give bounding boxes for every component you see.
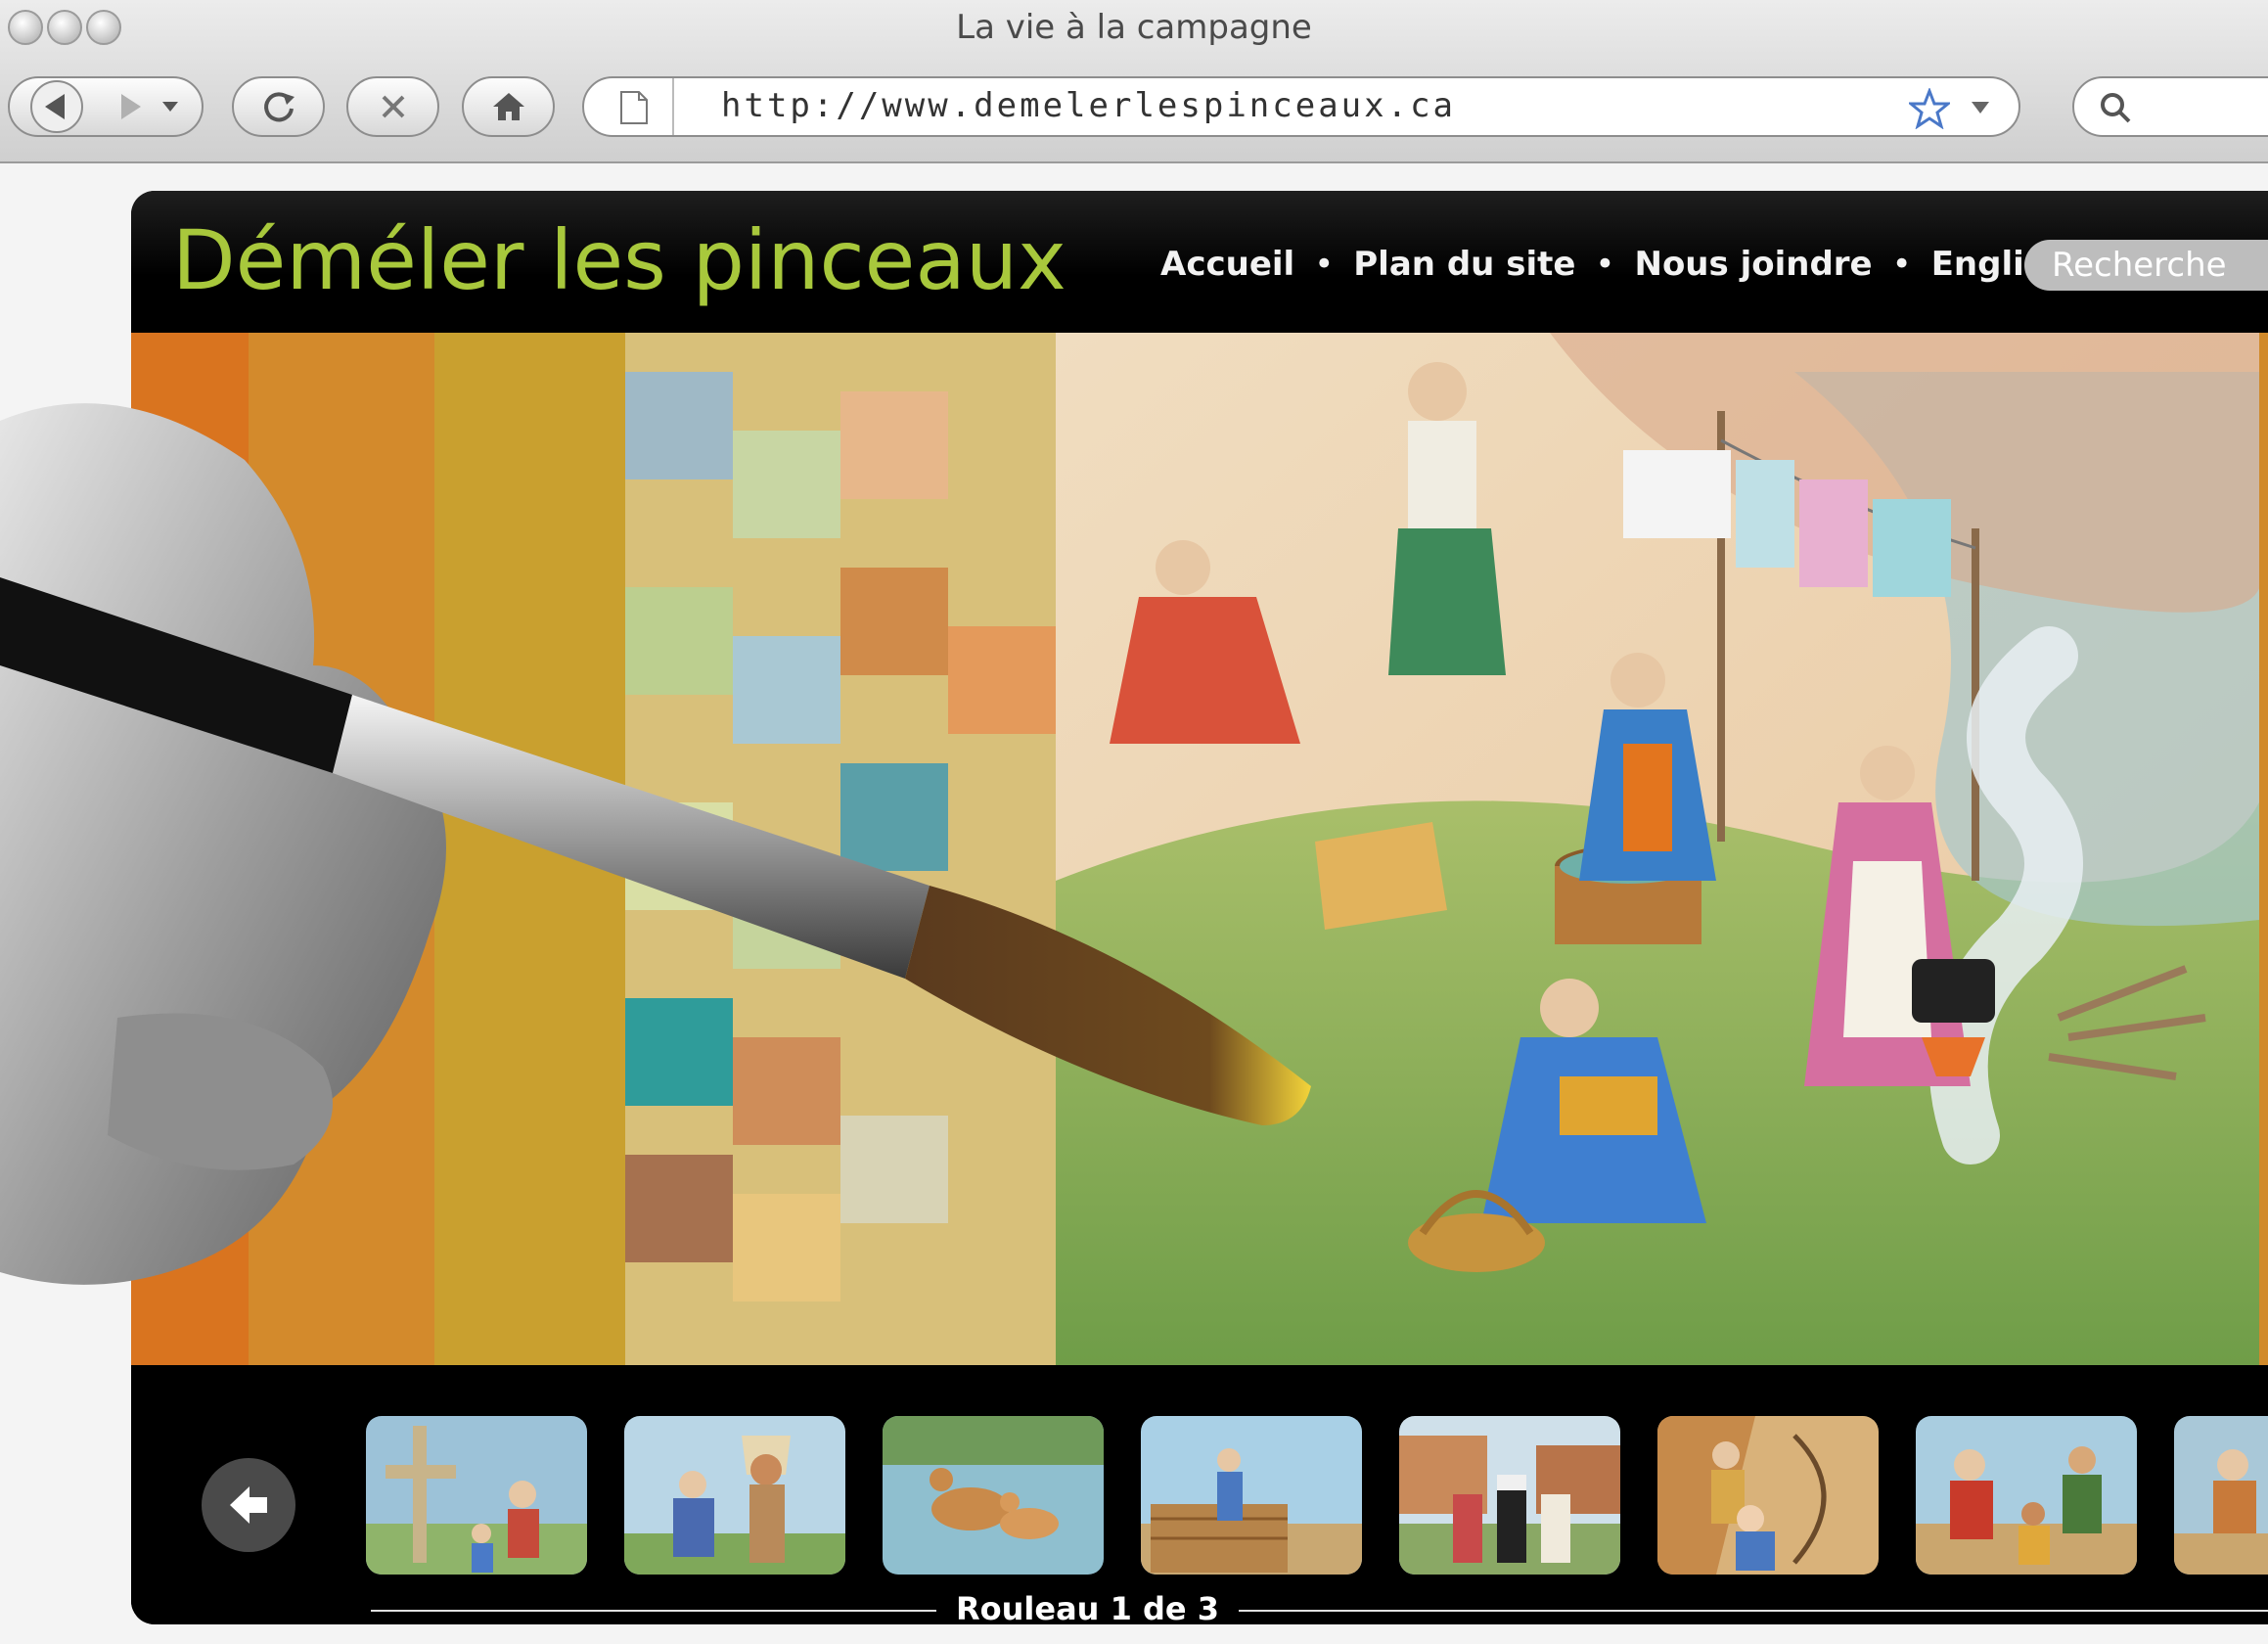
carousel-thumbnail-chief[interactable]	[624, 1416, 845, 1575]
site-search-placeholder: Recherche	[2052, 246, 2227, 285]
nav-separator: •	[1891, 245, 1912, 284]
carousel-thumbnail-builder[interactable]	[1141, 1416, 1362, 1575]
nav-link-plan-du-site[interactable]: Plan du site	[1353, 245, 1575, 284]
hero-painting	[131, 333, 2268, 1365]
url-dropdown-icon[interactable]	[1970, 100, 1991, 115]
nav-separator: •	[1314, 245, 1335, 284]
site-header: Déméler les pinceaux Accueil • Plan du s…	[131, 191, 2268, 333]
home-button[interactable]	[462, 76, 555, 137]
forward-button[interactable]	[98, 78, 157, 135]
carousel-prev-button[interactable]	[202, 1458, 295, 1552]
nav-link-accueil[interactable]: Accueil	[1160, 245, 1294, 284]
reload-button[interactable]	[232, 76, 325, 137]
carousel-thumbnail-archer[interactable]	[1657, 1416, 1879, 1575]
pager-label: Rouleau 1 de 3	[371, 1590, 1804, 1624]
bookmark-star-icon[interactable]	[1909, 88, 1950, 129]
site-logo[interactable]: Déméler les pinceaux	[172, 212, 1066, 308]
address-bar[interactable]: http://www.demelerlespinceaux.ca	[582, 76, 2020, 137]
back-arrow-icon	[30, 80, 83, 133]
home-icon	[492, 93, 524, 120]
stop-button[interactable]	[346, 76, 439, 137]
page-document-icon	[620, 91, 648, 124]
pixel-mosaic	[625, 333, 1056, 1365]
forward-arrow-icon	[121, 94, 141, 119]
nav-separator: •	[1595, 245, 1615, 284]
browser-search-field[interactable]	[2072, 76, 2268, 137]
carousel-thumbnail-partial[interactable]	[2174, 1416, 2268, 1575]
history-dropdown-button[interactable]	[157, 78, 186, 135]
chevron-down-icon	[162, 102, 178, 112]
top-navigation: Accueil • Plan du site • Nous joindre • …	[1160, 245, 2067, 284]
carousel-pager: Rouleau 1 de 3	[371, 1590, 2268, 1624]
window-title: La vie à la campagne	[956, 8, 1312, 47]
carousel-thumbnail-village[interactable]	[1399, 1416, 1620, 1575]
browser-chrome: La vie à la campagne http://www.demelerl…	[0, 0, 2268, 163]
website-frame: Déméler les pinceaux Accueil • Plan du s…	[131, 191, 2268, 1624]
address-url-text: http://www.demelerlespinceaux.ca	[721, 86, 1457, 125]
search-icon	[2101, 93, 2131, 123]
back-forward-buttons	[8, 76, 204, 137]
arrow-left-icon	[230, 1486, 267, 1524]
back-button[interactable]	[10, 78, 98, 135]
hero-illustration	[131, 333, 2268, 1365]
pager-label-text: Rouleau 1 de 3	[935, 1590, 1239, 1624]
stop-x-icon	[382, 95, 404, 118]
carousel-thumbnail-deer[interactable]	[883, 1416, 1104, 1575]
reload-icon	[263, 92, 295, 122]
carousel-thumbnail-traders[interactable]	[1916, 1416, 2137, 1575]
carousel-thumbnail-cross[interactable]	[366, 1416, 587, 1575]
site-search-field[interactable]: Recherche	[2024, 240, 2268, 291]
nav-link-nous-joindre[interactable]: Nous joindre	[1634, 245, 1872, 284]
thumbnail-carousel: Rouleau 1 de 3	[131, 1375, 2268, 1624]
